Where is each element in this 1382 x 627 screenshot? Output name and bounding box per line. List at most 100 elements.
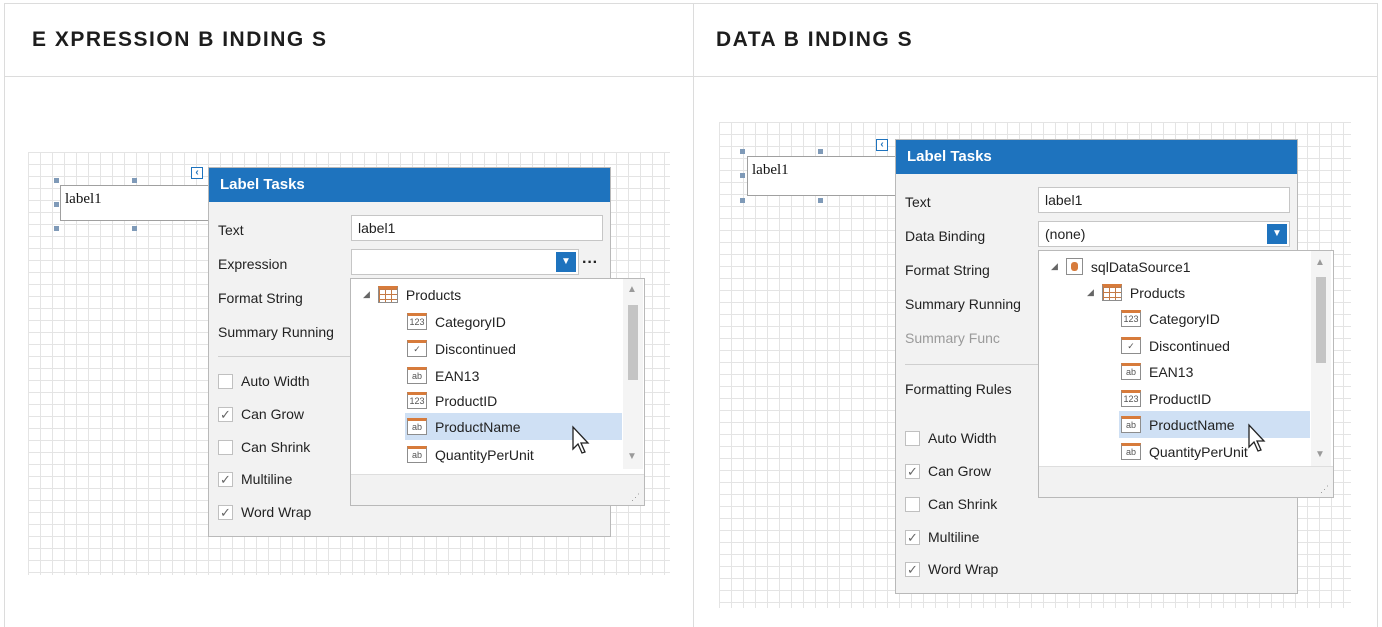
check-icon[interactable]: ✓	[218, 471, 233, 487]
text-field[interactable]: label1	[1038, 187, 1290, 213]
field-item[interactable]: 123 ProductID	[405, 387, 623, 414]
scroll-down-icon[interactable]: ▼	[627, 451, 637, 462]
field-label: QuantityPerUnit	[435, 446, 534, 463]
word-wrap-checkbox[interactable]: ✓ Word Wrap	[218, 504, 311, 520]
field-item-selected[interactable]: ab ProductName	[1119, 411, 1310, 438]
scroll-down-icon[interactable]: ▼	[1315, 449, 1325, 460]
scrollbar-thumb[interactable]	[1316, 277, 1326, 363]
text-field-value: label1	[358, 220, 396, 236]
table-icon	[377, 286, 398, 303]
field-item[interactable]: ab EAN13	[1119, 358, 1311, 385]
string-icon: ab	[407, 418, 427, 435]
ellipsis-button[interactable]: ···	[582, 255, 598, 271]
can-shrink-checkbox[interactable]: Can Shrink	[905, 496, 997, 512]
label-control[interactable]: label1	[60, 185, 210, 221]
word-wrap-checkbox[interactable]: ✓ Word Wrap	[905, 561, 998, 577]
field-label: ProductName	[435, 418, 521, 435]
scrollbar-thumb[interactable]	[628, 305, 638, 380]
check-icon[interactable]: ✓	[218, 406, 233, 422]
field-item[interactable]: 123 ProductID	[1119, 385, 1311, 412]
tree-node-products[interactable]: ◢ Products	[1075, 279, 1311, 306]
data-binding-label: Data Binding	[905, 228, 986, 244]
checkbox-box[interactable]	[905, 430, 920, 446]
can-shrink-checkbox[interactable]: Can Shrink	[218, 439, 310, 455]
resize-handle[interactable]	[54, 202, 59, 207]
chevron-down-icon[interactable]: ▼	[1267, 224, 1287, 244]
field-item[interactable]: 123 CategoryID	[1119, 305, 1311, 332]
chevron-down-icon[interactable]: ▼	[556, 252, 576, 272]
field-item[interactable]: ab QuantityPerUnit	[1119, 438, 1311, 465]
field-label: EAN13	[435, 367, 480, 384]
field-list-dropdown[interactable]: ◢ Products 123 CategoryID ✓ Discontinued a…	[350, 278, 645, 506]
number-icon: 123	[407, 392, 427, 409]
field-list-dropdown[interactable]: ◢ sqlDataSource1 ◢ Products 123 CategoryI…	[1038, 250, 1334, 498]
string-icon: ab	[1121, 416, 1141, 433]
field-item[interactable]: ✓ Discontinued	[1119, 332, 1311, 359]
resize-handle[interactable]	[54, 178, 59, 183]
resize-handle[interactable]	[740, 198, 745, 203]
smart-tag-icon[interactable]: ‹	[191, 167, 203, 179]
resize-handle[interactable]	[818, 149, 823, 154]
tree-node-datasource[interactable]: ◢ sqlDataSource1	[1039, 253, 1311, 280]
scroll-up-icon[interactable]: ▲	[627, 284, 637, 295]
scroll-up-icon[interactable]: ▲	[1315, 257, 1325, 268]
collapse-arrow-icon[interactable]: ◢	[363, 289, 370, 300]
checkbox-label: Auto Width	[241, 373, 310, 389]
resize-grip-icon[interactable]: ⋰	[631, 493, 640, 502]
dropdown-footer: ⋰	[351, 474, 644, 505]
vertical-scrollbar[interactable]: ▲ ▼	[623, 279, 643, 469]
summary-running-label: Summary Running	[905, 296, 1021, 312]
checkbox-label: Word Wrap	[928, 561, 999, 577]
multiline-checkbox[interactable]: ✓ Multiline	[218, 471, 292, 487]
expression-field[interactable]: ▼	[351, 249, 579, 275]
dropdown-footer: ⋰	[1039, 466, 1333, 497]
string-icon: ab	[1121, 443, 1141, 460]
resize-handle[interactable]	[740, 173, 745, 178]
mouse-pointer-icon	[1248, 423, 1266, 452]
can-grow-checkbox[interactable]: ✓ Can Grow	[905, 463, 991, 479]
check-icon[interactable]: ✓	[218, 504, 233, 520]
data-binding-field[interactable]: (none) ▼	[1038, 221, 1290, 247]
number-icon: 123	[1121, 390, 1141, 407]
check-icon[interactable]: ✓	[905, 463, 920, 479]
resize-handle[interactable]	[132, 178, 137, 183]
auto-width-checkbox[interactable]: Auto Width	[905, 430, 996, 446]
text-field[interactable]: label1	[351, 215, 603, 241]
vertical-scrollbar[interactable]: ▲ ▼	[1311, 251, 1331, 467]
check-icon[interactable]: ✓	[905, 561, 920, 577]
text-label: Text	[218, 222, 244, 238]
string-icon: ab	[407, 367, 427, 384]
collapse-arrow-icon[interactable]: ◢	[1051, 261, 1058, 272]
divider	[905, 364, 1039, 365]
checkbox-label: Multiline	[928, 529, 980, 545]
field-item[interactable]: 123 CategoryID	[405, 308, 623, 335]
resize-handle[interactable]	[818, 198, 823, 203]
boolean-icon: ✓	[407, 340, 427, 357]
resize-handle[interactable]	[54, 226, 59, 231]
field-item[interactable]: ✓ Discontinued	[405, 335, 623, 362]
field-item[interactable]: ab EAN13	[405, 362, 623, 389]
expression-label: Expression	[218, 256, 288, 272]
checkbox-box[interactable]	[905, 496, 920, 512]
expression-bindings-header: E XPRESSION B INDING S	[4, 3, 694, 77]
auto-width-checkbox[interactable]: Auto Width	[218, 373, 309, 389]
check-icon[interactable]: ✓	[905, 529, 920, 545]
label-control[interactable]: label1	[747, 156, 897, 196]
field-label: CategoryID	[1149, 310, 1220, 327]
divider	[218, 356, 352, 357]
checkbox-box[interactable]	[218, 373, 233, 389]
checkbox-label: Can Grow	[241, 406, 305, 422]
collapse-arrow-icon[interactable]: ◢	[1087, 287, 1094, 298]
can-grow-checkbox[interactable]: ✓ Can Grow	[218, 406, 304, 422]
smart-tag-icon[interactable]: ‹	[876, 139, 888, 151]
tree-node-products[interactable]: ◢ Products	[351, 281, 623, 308]
text-label: Text	[905, 194, 931, 210]
database-icon	[1065, 258, 1083, 275]
string-icon: ab	[1121, 363, 1141, 380]
resize-handle[interactable]	[132, 226, 137, 231]
resize-handle[interactable]	[740, 149, 745, 154]
multiline-checkbox[interactable]: ✓ Multiline	[905, 529, 979, 545]
resize-grip-icon[interactable]: ⋰	[1320, 485, 1329, 494]
checkbox-box[interactable]	[218, 439, 233, 455]
column-divider	[693, 3, 694, 627]
